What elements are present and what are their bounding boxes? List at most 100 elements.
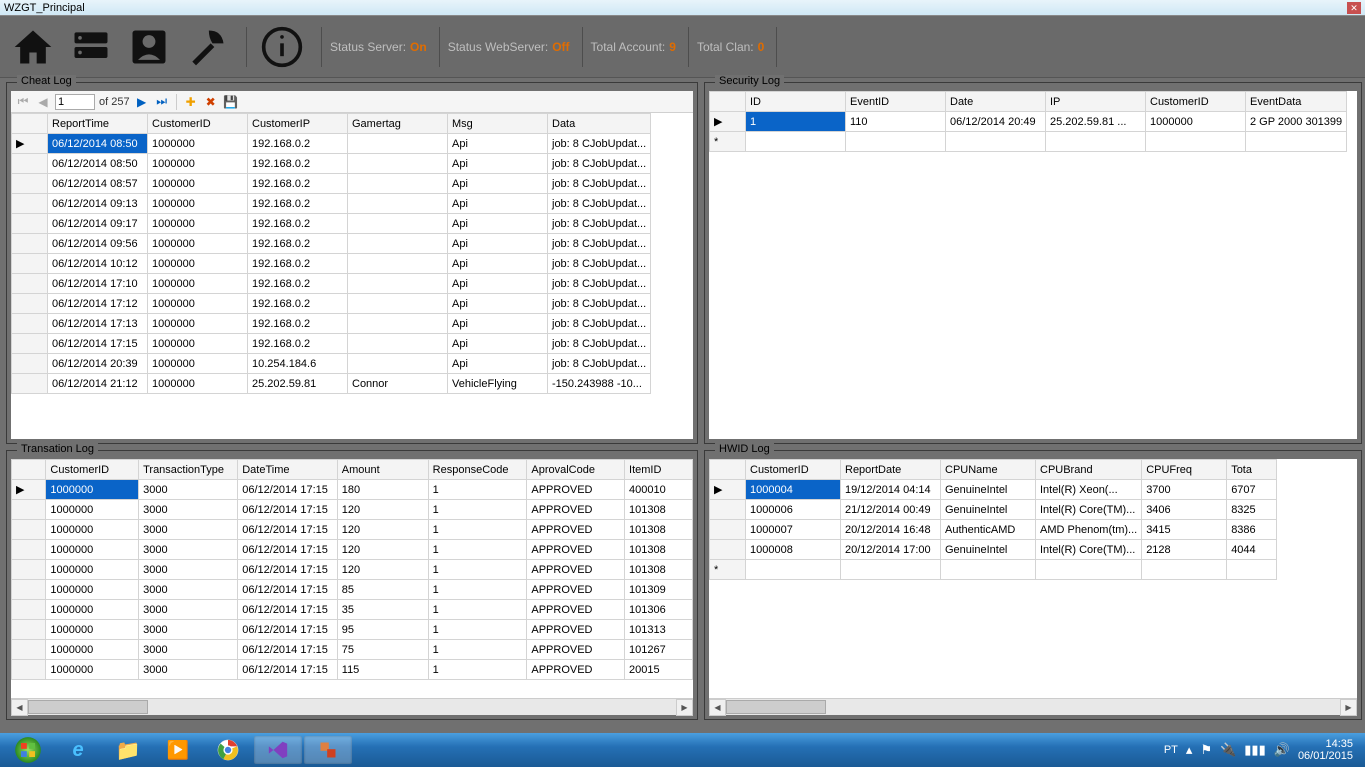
column-header[interactable]: CustomerIP [248,114,348,134]
nav-delete-icon[interactable]: ✖ [203,94,219,110]
tray-language[interactable]: PT [1164,744,1178,756]
column-header[interactable]: IP [1046,92,1146,112]
table-row[interactable]: ▶1000000300006/12/2014 17:151801APPROVED… [12,480,693,500]
new-row[interactable]: * [710,560,1277,580]
taskbar-explorer-icon[interactable]: 📁 [104,736,152,764]
tray-volume-icon[interactable]: 🔊 [1274,742,1290,758]
table-row[interactable]: 06/12/2014 21:12100000025.202.59.81Conno… [12,374,651,394]
table-row[interactable]: 100000621/12/2014 00:49GenuineIntelIntel… [710,500,1277,520]
nav-prev-icon[interactable]: ◀ [35,94,51,110]
table-row[interactable]: 1000000300006/12/2014 17:151201APPROVED1… [12,540,693,560]
column-header[interactable]: Msg [448,114,548,134]
table-row[interactable]: 06/12/2014 09:131000000192.168.0.2Apijob… [12,194,651,214]
nav-next-icon[interactable]: ▶ [134,94,150,110]
new-row[interactable]: * [710,132,1347,152]
column-header[interactable]: Tota [1227,460,1277,480]
table-row[interactable]: 06/12/2014 08:571000000192.168.0.2Apijob… [12,174,651,194]
column-header[interactable]: Data [548,114,651,134]
transaction-log-grid[interactable]: CustomerIDTransactionTypeDateTimeAmountR… [11,459,693,698]
column-header[interactable]: ReportTime [48,114,148,134]
main-toolbar: Status Server: On Status WebServer: Off … [0,16,1365,78]
taskbar-chrome-icon[interactable] [204,736,252,764]
table-row[interactable]: 1000000300006/12/2014 17:15751APPROVED10… [12,640,693,660]
cheat-log-grid[interactable]: ReportTimeCustomerIDCustomerIPGamertagMs… [11,113,693,439]
table-row[interactable]: 06/12/2014 17:131000000192.168.0.2Apijob… [12,314,651,334]
column-header[interactable]: Date [946,92,1046,112]
security-log-panel: Security Log IDEventIDDateIPCustomerIDEv… [704,82,1362,444]
table-row[interactable]: ▶06/12/2014 08:501000000192.168.0.2Apijo… [12,134,651,154]
user-icon[interactable] [122,23,176,71]
table-row[interactable]: 06/12/2014 08:501000000192.168.0.2Apijob… [12,154,651,174]
tray-flag-icon[interactable]: ⚑ [1200,742,1212,758]
axe-icon[interactable] [180,23,234,71]
nav-position-input[interactable] [55,94,95,110]
table-row[interactable]: 06/12/2014 17:151000000192.168.0.2Apijob… [12,334,651,354]
transaction-log-panel: Transation Log CustomerIDTransactionType… [6,450,698,720]
column-header[interactable]: CustomerID [46,460,139,480]
table-row[interactable]: 1000000300006/12/2014 17:151201APPROVED1… [12,560,693,580]
column-header[interactable]: ItemID [625,460,693,480]
column-header[interactable]: CustomerID [148,114,248,134]
nav-save-icon[interactable]: 💾 [223,94,239,110]
column-header[interactable]: CustomerID [1146,92,1246,112]
column-header[interactable]: CPUFreq [1142,460,1227,480]
nav-of-label: of 257 [99,96,130,108]
status-account-value: 9 [669,40,676,54]
taskbar-visualstudio-icon[interactable] [254,736,302,764]
table-row[interactable]: ▶100000419/12/2014 04:14GenuineIntel Int… [710,480,1277,500]
tray-power-icon[interactable]: 🔌 [1220,742,1236,758]
table-row[interactable]: 1000000300006/12/2014 17:151201APPROVED1… [12,520,693,540]
hwid-log-panel: HWID Log CustomerIDReportDateCPUNameCPUB… [704,450,1362,720]
window-close-button[interactable]: ✕ [1347,2,1361,14]
security-log-grid[interactable]: IDEventIDDateIPCustomerIDEventData▶11100… [709,91,1357,439]
column-header[interactable]: CustomerID [746,460,841,480]
hwid-hscroll[interactable]: ◀ ▶ [709,698,1357,715]
column-header[interactable]: ResponseCode [428,460,527,480]
home-icon[interactable] [6,23,60,71]
column-header[interactable]: Amount [337,460,428,480]
start-button[interactable] [4,736,52,764]
table-row[interactable]: 06/12/2014 10:121000000192.168.0.2Apijob… [12,254,651,274]
server-icon[interactable] [64,23,118,71]
table-row[interactable]: 06/12/2014 17:121000000192.168.0.2Apijob… [12,294,651,314]
table-row[interactable]: 06/12/2014 09:171000000192.168.0.2Apijob… [12,214,651,234]
table-row[interactable]: 1000000300006/12/2014 17:15851APPROVED10… [12,580,693,600]
taskbar-ie-icon[interactable]: e [54,736,102,764]
column-header[interactable]: EventData [1246,92,1347,112]
cheat-log-title: Cheat Log [17,75,76,87]
nav-add-icon[interactable]: ✚ [183,94,199,110]
tray-network-icon[interactable]: ▮▮▮ [1244,742,1265,758]
nav-last-icon[interactable]: ⏭ [154,94,170,110]
column-header[interactable]: ID [746,92,846,112]
column-header[interactable]: CPUName [941,460,1036,480]
hwid-log-grid[interactable]: CustomerIDReportDateCPUNameCPUBrandCPUFr… [709,459,1357,698]
table-row[interactable]: ▶111006/12/2014 20:4925.202.59.81 ...100… [710,112,1347,132]
tray-chevron-icon[interactable]: ▴ [1186,742,1193,758]
table-row[interactable]: 100000820/12/2014 17:00GenuineIntelIntel… [710,540,1277,560]
table-row[interactable]: 06/12/2014 09:561000000192.168.0.2Apijob… [12,234,651,254]
column-header[interactable]: AprovalCode [527,460,625,480]
transaction-hscroll[interactable]: ◀ ▶ [11,698,693,715]
column-header[interactable]: CPUBrand [1036,460,1142,480]
taskbar-app-icon[interactable] [304,736,352,764]
column-header[interactable]: EventID [846,92,946,112]
status-webserver-value: Off [552,40,569,54]
status-webserver-label: Status WebServer: [448,40,549,54]
column-header[interactable]: TransactionType [139,460,238,480]
table-row[interactable]: 1000000300006/12/2014 17:15951APPROVED10… [12,620,693,640]
security-log-title: Security Log [715,75,784,87]
column-header[interactable]: DateTime [238,460,338,480]
info-icon[interactable] [255,23,309,71]
taskbar-mediaplayer-icon[interactable]: ▶️ [154,736,202,764]
column-header[interactable]: Gamertag [348,114,448,134]
nav-first-icon[interactable]: ⏮ [15,94,31,110]
table-row[interactable]: 06/12/2014 20:39100000010.254.184.6Apijo… [12,354,651,374]
table-row[interactable]: 1000000300006/12/2014 17:15351APPROVED10… [12,600,693,620]
tray-clock[interactable]: 14:35 06/01/2015 [1298,738,1353,762]
column-header[interactable]: ReportDate [841,460,941,480]
table-row[interactable]: 06/12/2014 17:101000000192.168.0.2Apijob… [12,274,651,294]
table-row[interactable]: 100000720/12/2014 16:48AuthenticAMDAMD P… [710,520,1277,540]
table-row[interactable]: 1000000300006/12/2014 17:151201APPROVED1… [12,500,693,520]
table-row[interactable]: 1000000300006/12/2014 17:151151APPROVED2… [12,660,693,680]
status-server-label: Status Server: [330,40,406,54]
